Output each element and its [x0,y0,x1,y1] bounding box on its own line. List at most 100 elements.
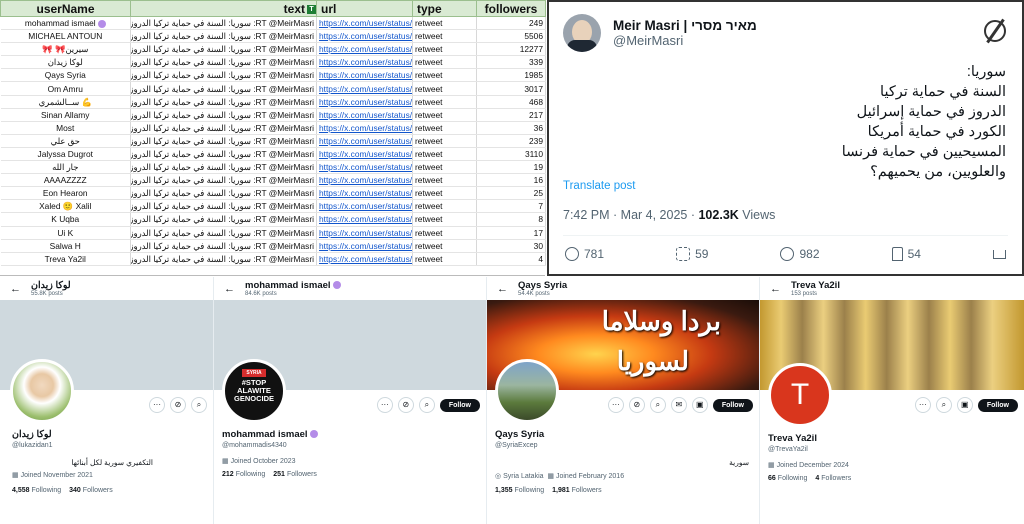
cell-url[interactable]: https://x.com/user/status/ [316,173,413,188]
cell-type[interactable]: retweet [412,108,477,122]
cell-url-value[interactable]: https://x.com/user/status/ [319,201,412,211]
cell-type[interactable]: retweet [412,134,477,148]
follow-button[interactable]: Follow [439,398,480,412]
table-row[interactable]: ســالشمري 💪 RT @MeirMasri: سوريا: السنة ف… [0,95,546,109]
tweet-time[interactable]: 7:42 PM · Mar 4, 2025 · [563,208,698,222]
cell-url[interactable]: https://x.com/user/status/ [316,212,413,227]
cell-followers[interactable]: 217 [476,108,546,122]
cell-url[interactable]: https://x.com/user/status/ [316,16,413,31]
cell-text[interactable]: RT @MeirMasri: سوريا: السنة في حماية ترك… [130,173,317,188]
cell-followers[interactable]: 1985 [476,68,546,83]
cell-text[interactable]: RT @MeirMasri: سوريا: السنة في حماية ترك… [130,186,317,201]
cell-username[interactable]: K Uqba [0,212,131,227]
cell-url-value[interactable]: https://x.com/user/status/ [319,188,412,198]
cell-username[interactable]: mohammad ismael [0,16,131,31]
profile-avatar[interactable]: SYRIA #STOP ALAWITE GENOCIDE [222,359,286,423]
cell-url-value[interactable]: https://x.com/user/status/ [319,254,412,264]
cell-followers[interactable]: 12277 [476,42,546,57]
cell-text[interactable]: RT @MeirMasri: سوريا: السنة في حماية ترك… [130,55,317,70]
cell-username[interactable]: 🎀 🎀سيرين [0,42,131,57]
followers-link[interactable]: 4 Followers [815,475,851,482]
cell-username[interactable]: Jalyssa Dugrot [0,147,131,162]
cell-username[interactable]: Treva Ya2il [0,252,131,266]
cell-username[interactable]: MICHAEL ANTOUN [0,29,131,44]
bookmark-button[interactable]: 54 [891,247,921,261]
cell-type[interactable]: retweet [412,173,477,188]
share-button[interactable] [992,247,1006,261]
cell-url-value[interactable]: https://x.com/user/status/ [319,57,412,67]
cell-followers[interactable]: 5506 [476,29,546,44]
back-arrow-icon[interactable]: ← [497,283,508,295]
cell-username[interactable]: Ui K [0,226,131,240]
cell-type[interactable]: retweet [412,55,477,70]
cell-url-value[interactable]: https://x.com/user/status/ [319,241,412,251]
cell-type[interactable]: retweet [412,239,477,253]
cell-text[interactable]: RT @MeirMasri: سوريا: السنة في حماية ترك… [130,252,317,266]
cell-username[interactable]: AAAAZZZZ [0,173,131,188]
table-row[interactable]: Ui K RT @MeirMasri: سوريا: السنة في حماية… [0,226,546,240]
cell-followers[interactable]: 17 [476,226,546,240]
cell-text[interactable]: RT @MeirMasri: سوريا: السنة في حماية ترك… [130,212,317,227]
followers-link[interactable]: 340 Followers [69,487,113,494]
cell-username[interactable]: Qays Syria [0,68,131,83]
avatar[interactable] [563,14,601,52]
table-row[interactable]: حق علي RT @MeirMasri: سوريا: السنة في حما… [0,134,546,148]
cell-username[interactable]: Xaled 🙂 Xalil [0,199,131,214]
cell-url[interactable]: https://x.com/user/status/ [316,108,413,122]
cell-followers[interactable]: 468 [476,95,546,109]
table-row[interactable]: Xaled 🙂 Xalil RT @MeirMasri: سوريا: السنة… [0,199,546,214]
like-button[interactable]: 982 [780,247,820,261]
profile-avatar[interactable]: T [768,363,832,427]
cell-followers[interactable]: 25 [476,186,546,201]
search-icon[interactable]: ⌕ [191,397,207,413]
cell-url[interactable]: https://x.com/user/status/ [316,252,413,266]
search-icon[interactable]: ⌕ [935,397,952,413]
cell-followers[interactable]: 4 [476,252,546,266]
cell-type[interactable]: retweet [412,147,477,162]
cell-text[interactable]: RT @MeirMasri: سوريا: السنة في حماية ترك… [130,199,317,214]
message-icon[interactable]: ✉ [670,397,687,413]
cell-url[interactable]: https://x.com/user/status/ [316,95,413,109]
more-icon[interactable]: ··· [607,397,624,413]
cell-type[interactable]: retweet [412,16,477,31]
table-row[interactable]: Jalyssa Dugrot RT @MeirMasri: سوريا: السن… [0,147,546,162]
table-row[interactable]: جار الله RT @MeirMasri: سوريا: السنة في ح… [0,160,546,175]
following-link[interactable]: 66 Following [768,475,807,482]
cell-username[interactable]: ســالشمري 💪 [0,95,131,109]
cell-username[interactable]: جار الله [0,160,131,175]
profile-avatar[interactable] [495,359,559,423]
cell-url[interactable]: https://x.com/user/status/ [316,134,413,148]
cell-text[interactable]: RT @MeirMasri: سوريا: السنة في حماية ترك… [130,16,317,31]
cell-text[interactable]: RT @MeirMasri: سوريا: السنة في حماية ترك… [130,29,317,44]
table-row[interactable]: Eon Hearon RT @MeirMasri: سوريا: السنة في… [0,186,546,201]
following-link[interactable]: 4,558 Following [12,487,61,494]
cell-url-value[interactable]: https://x.com/user/status/ [319,214,412,224]
cell-url[interactable]: https://x.com/user/status/ [316,186,413,201]
cell-followers[interactable]: 16 [476,173,546,188]
cell-url[interactable]: https://x.com/user/status/ [316,29,413,44]
cell-url[interactable]: https://x.com/user/status/ [316,81,413,96]
back-arrow-icon[interactable]: ← [10,283,21,295]
cell-followers[interactable]: 339 [476,55,546,70]
cell-text[interactable]: RT @MeirMasri: سوريا: السنة في حماية ترك… [130,134,317,148]
col-username[interactable]: userName [0,0,131,17]
follow-button[interactable]: Follow [712,398,753,412]
filter-icon[interactable]: T [307,4,316,14]
cell-username[interactable]: لوكا زيدان [0,55,131,70]
cell-url[interactable]: https://x.com/user/status/ [316,55,413,70]
cell-url-value[interactable]: https://x.com/user/status/ [319,228,412,238]
cell-type[interactable]: retweet [412,186,477,201]
cell-username[interactable]: Om Amru [0,81,131,96]
profile-avatar[interactable] [10,359,74,423]
table-row[interactable]: Most RT @MeirMasri: سوريا: السنة في حماية… [0,121,546,135]
back-arrow-icon[interactable]: ← [224,283,235,295]
subscribe-icon[interactable]: ▣ [691,397,708,413]
cell-text[interactable]: RT @MeirMasri: سوريا: السنة في حماية ترك… [130,147,317,162]
more-icon[interactable]: ··· [149,397,165,413]
table-row[interactable]: Treva Ya2il RT @MeirMasri: سوريا: السنة ف… [0,252,546,266]
cell-url-value[interactable]: https://x.com/user/status/ [319,149,412,159]
author-name[interactable]: Meir Masri | מאיר מסרי [613,18,757,33]
cell-username[interactable]: حق علي [0,134,131,148]
cell-url-value[interactable]: https://x.com/user/status/ [319,175,412,185]
cell-type[interactable]: retweet [412,252,477,266]
